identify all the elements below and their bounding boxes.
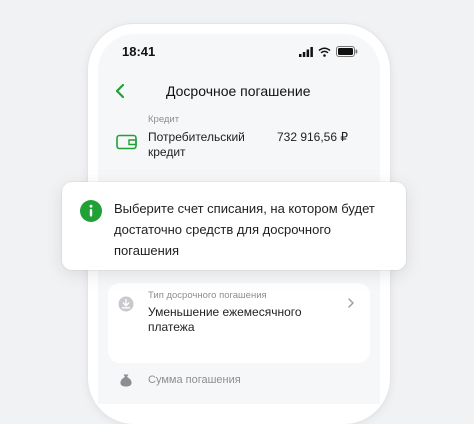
sum-caption: Сумма погашения — [148, 374, 241, 386]
signal-icon — [299, 46, 313, 57]
credit-caption: Кредит — [148, 114, 180, 125]
repayment-type-caption: Тип досрочного погашения — [148, 290, 267, 301]
repayment-type-value[interactable]: Уменьшение ежемесячного платежа — [148, 305, 338, 335]
page-title: Досрочное погашение — [166, 83, 311, 99]
money-bag-icon — [120, 374, 132, 387]
download-icon — [118, 296, 134, 312]
chevron-left-icon[interactable] — [112, 80, 130, 102]
status-icons — [299, 46, 358, 57]
wifi-icon — [318, 47, 331, 57]
chevron-right-icon[interactable] — [346, 297, 356, 309]
nav-bar: Досрочное погашение — [98, 76, 380, 110]
credit-amount: 732 916,56 ₽ — [276, 130, 348, 144]
info-tooltip: Выберите счет списания, на котором будет… — [62, 182, 406, 270]
status-time: 18:41 — [122, 44, 156, 59]
credit-name[interactable]: Потребительский кредит — [148, 130, 268, 160]
tooltip-text: Выберите счет списания, на котором будет… — [114, 201, 375, 258]
battery-icon — [336, 46, 358, 57]
status-bar: 18:41 — [98, 34, 380, 68]
wallet-icon — [116, 134, 137, 150]
info-icon — [80, 200, 102, 222]
